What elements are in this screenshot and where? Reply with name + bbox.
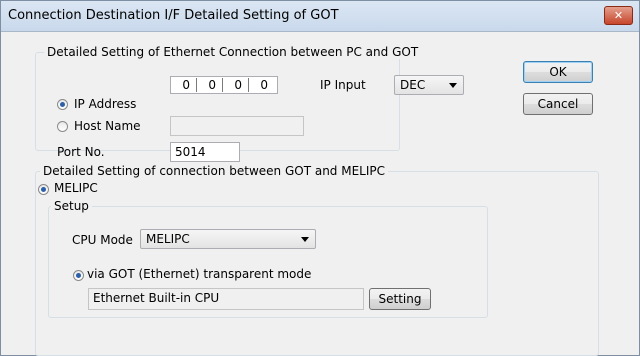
host-name-radio[interactable] [57,121,68,132]
port-field[interactable]: 5014 [170,142,240,162]
ip-input-value: DEC [400,78,426,92]
cancel-button[interactable]: Cancel [523,93,593,115]
setup-legend: Setup [51,199,92,213]
chevron-down-icon [449,83,457,88]
ip-octet-2[interactable]: 0 [199,78,216,92]
ethernet-group-legend: Detailed Setting of Ethernet Connection … [44,45,422,59]
ok-button[interactable]: OK [523,61,593,83]
ip-input-dropdown[interactable]: DEC [394,75,464,95]
ip-separator [248,78,249,92]
ip-octet-1[interactable]: 0 [173,78,190,92]
window-title: Connection Destination I/F Detailed Sett… [8,8,339,23]
dialog-window: Connection Destination I/F Detailed Sett… [0,0,640,356]
close-button[interactable]: ✕ [604,6,633,25]
ip-octet-4[interactable]: 0 [251,78,268,92]
title-bar: Connection Destination I/F Detailed Sett… [1,1,639,32]
ip-input-label: IP Input [320,78,366,92]
setting-button[interactable]: Setting [369,288,431,310]
ip-separator [222,78,223,92]
ethernet-settings-group: Detailed Setting of Ethernet Connection … [35,45,464,162]
host-name-label: Host Name [74,119,141,133]
ip-separator [196,78,197,92]
target-cpu-display: Ethernet Built-in CPU [88,288,364,310]
setup-group: Setup CPU Mode MELIPC via GOT (Ethernet)… [48,199,488,318]
dialog-body: Detailed Setting of Ethernet Connection … [8,32,632,356]
cpu-mode-dropdown[interactable]: MELIPC [140,229,316,249]
ip-address-input[interactable]: 0 0 0 0 [170,76,278,94]
via-got-transparent-radio[interactable] [73,270,84,281]
close-icon: ✕ [613,9,624,22]
ip-address-label: IP Address [74,97,137,111]
via-got-transparent-label: via GOT (Ethernet) transparent mode [87,267,312,281]
host-name-field[interactable] [170,116,304,136]
ip-octet-3[interactable]: 0 [225,78,242,92]
melipc-radio[interactable] [38,184,49,195]
ip-address-radio[interactable] [57,99,68,110]
melipc-group-legend: Detailed Setting of connection between G… [40,164,389,178]
melipc-label: MELIPC [54,181,98,195]
port-label: Port No. [57,145,105,159]
cpu-mode-label: CPU Mode [72,233,133,247]
cpu-mode-value: MELIPC [146,232,190,246]
chevron-down-icon [301,237,309,242]
